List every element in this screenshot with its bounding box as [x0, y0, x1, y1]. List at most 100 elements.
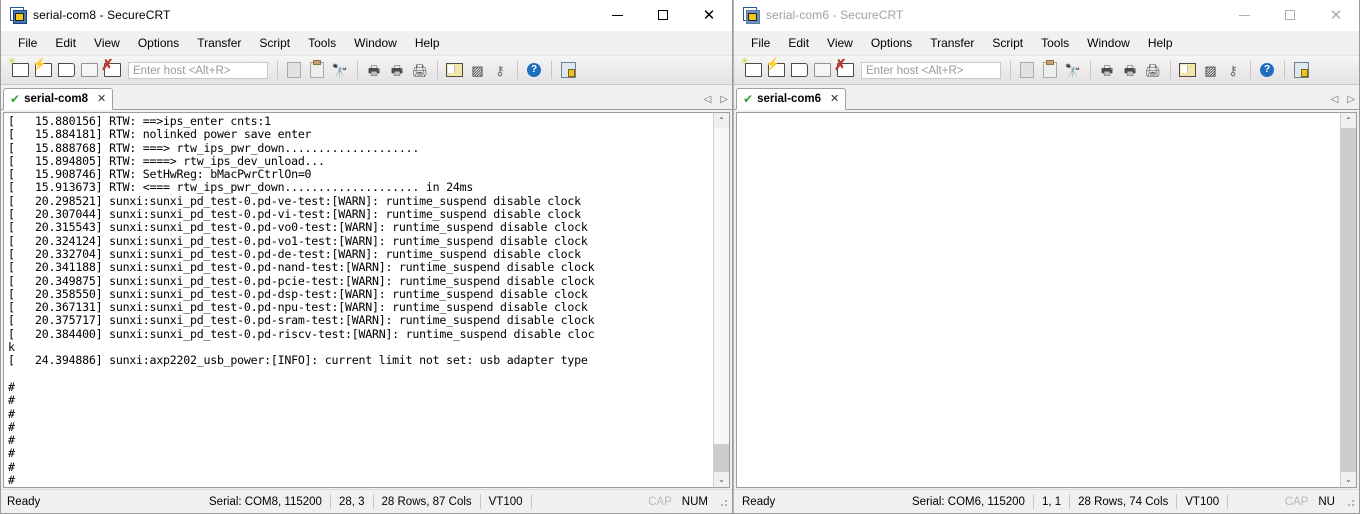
terminal-viewport[interactable]: [ 15.880156] RTW: ==>ips_enter cnts:1 [ … [3, 112, 713, 488]
print-screen-icon[interactable]: 🖶 [363, 59, 385, 81]
paste-icon[interactable] [1039, 59, 1061, 81]
quick-connect-icon[interactable]: ⚡ [32, 57, 54, 81]
chevron-left-icon[interactable]: ◁ [1331, 95, 1339, 105]
menu-edit[interactable]: Edit [46, 33, 85, 54]
menu-window[interactable]: Window [345, 33, 406, 54]
tab-serial-com6[interactable]: ✔ serial-com6 ✕ [736, 88, 847, 110]
minimize-button[interactable] [1221, 0, 1267, 30]
connect-icon[interactable]: ✳ [741, 57, 764, 81]
menu-window[interactable]: Window [1078, 33, 1139, 54]
lock-icon[interactable] [557, 59, 579, 81]
terminal-output[interactable]: [ 15.880156] RTW: ==>ips_enter cnts:1 [ … [4, 113, 713, 487]
print-icon[interactable]: 🖨 [1142, 59, 1164, 81]
securecrt-window-com8[interactable]: serial-com8 - SecureCRT ✕ File Edit View… [0, 0, 733, 514]
status-cap: CAP [1284, 495, 1309, 508]
terminal-output[interactable] [737, 113, 1340, 487]
key-icon[interactable]: ⚷ [489, 59, 511, 81]
session-options-icon[interactable] [1176, 59, 1198, 81]
tab-serial-com8[interactable]: ✔ serial-com8 ✕ [3, 88, 114, 110]
maximize-button[interactable] [1267, 0, 1313, 30]
menubar-com8[interactable]: File Edit View Options Transfer Script T… [1, 31, 732, 56]
menu-options[interactable]: Options [129, 33, 188, 54]
tabstrip-com6[interactable]: ✔ serial-com6 ✕ ◁ ▷ [734, 85, 1359, 110]
global-options-icon[interactable]: ▨ [1199, 59, 1221, 81]
quick-connect-icon[interactable]: ⚡ [765, 57, 787, 81]
paste-icon[interactable] [306, 59, 328, 81]
menu-options[interactable]: Options [862, 33, 921, 54]
chevron-right-icon[interactable]: ▷ [720, 95, 728, 105]
terminal-viewport[interactable] [736, 112, 1340, 488]
tab-scroll-controls[interactable]: ◁ ▷ [1331, 95, 1355, 105]
scroll-up-icon[interactable]: ⌃ [714, 113, 729, 128]
reconnect-icon[interactable] [78, 59, 100, 81]
host-input[interactable]: Enter host <Alt+R> [128, 61, 268, 79]
find-icon[interactable]: 🔭 [329, 59, 351, 81]
terminal-scrollbar[interactable]: ⌃ ⌄ [1340, 112, 1357, 488]
print-screen-icon[interactable]: 🖶 [1096, 59, 1118, 81]
scrollbar-thumb[interactable] [714, 444, 729, 472]
securecrt-window-com6[interactable]: serial-com6 - SecureCRT ✕ File Edit View… [733, 0, 1360, 514]
window-controls[interactable]: ✕ [1221, 0, 1359, 30]
menu-script[interactable]: Script [250, 33, 299, 54]
scrollbar-thumb[interactable] [1341, 128, 1356, 472]
menu-file[interactable]: File [9, 33, 46, 54]
titlebar-com6[interactable]: serial-com6 - SecureCRT ✕ [734, 0, 1359, 31]
menubar-com6[interactable]: File Edit View Options Transfer Script T… [734, 31, 1359, 56]
terminal-scrollbar[interactable]: ⌃ ⌄ [713, 112, 730, 488]
connect-in-tab-icon[interactable] [55, 59, 77, 81]
close-icon[interactable]: ✕ [97, 93, 106, 105]
menu-tools[interactable]: Tools [299, 33, 345, 54]
toolbar-separator [1090, 61, 1091, 79]
menu-help[interactable]: Help [406, 33, 449, 54]
close-button[interactable]: ✕ [686, 0, 732, 30]
disconnect-icon[interactable]: ✗ [834, 57, 856, 81]
session-options-icon[interactable] [443, 59, 465, 81]
scrollbar-track[interactable] [714, 128, 729, 472]
menu-edit[interactable]: Edit [779, 33, 818, 54]
print-selection-icon[interactable]: 🖶 [386, 59, 408, 81]
key-icon[interactable]: ⚷ [1222, 59, 1244, 81]
close-button[interactable]: ✕ [1313, 0, 1359, 30]
scroll-down-icon[interactable]: ⌄ [1341, 472, 1356, 487]
resize-grip[interactable] [717, 495, 729, 508]
menu-tools[interactable]: Tools [1032, 33, 1078, 54]
disconnect-icon[interactable]: ✗ [101, 57, 123, 81]
menu-file[interactable]: File [742, 33, 779, 54]
tabstrip-com8[interactable]: ✔ serial-com8 ✕ ◁ ▷ [1, 85, 732, 110]
connect-in-tab-icon[interactable] [788, 59, 810, 81]
titlebar-com8[interactable]: serial-com8 - SecureCRT ✕ [1, 0, 732, 31]
status-emulation: VT100 [481, 494, 532, 509]
print-selection-icon[interactable]: 🖶 [1119, 59, 1141, 81]
copy-icon[interactable] [283, 59, 305, 81]
toolbar-separator [437, 61, 438, 79]
menu-view[interactable]: View [85, 33, 129, 54]
scroll-down-icon[interactable]: ⌄ [714, 472, 729, 487]
connect-icon[interactable]: ✳ [8, 57, 31, 81]
resize-grip[interactable] [1344, 495, 1356, 508]
reconnect-icon[interactable] [811, 59, 833, 81]
host-input[interactable]: Enter host <Alt+R> [861, 61, 1001, 79]
close-icon[interactable]: ✕ [830, 93, 839, 105]
lock-icon[interactable] [1290, 59, 1312, 81]
copy-icon[interactable] [1016, 59, 1038, 81]
print-icon[interactable]: 🖨 [409, 59, 431, 81]
menu-transfer[interactable]: Transfer [921, 33, 983, 54]
find-icon[interactable]: 🔭 [1062, 59, 1084, 81]
chevron-left-icon[interactable]: ◁ [704, 95, 712, 105]
help-icon[interactable]: ? [1256, 59, 1278, 81]
chevron-right-icon[interactable]: ▷ [1347, 95, 1355, 105]
menu-view[interactable]: View [818, 33, 862, 54]
global-options-icon[interactable]: ▨ [466, 59, 488, 81]
scrollbar-track[interactable] [1341, 128, 1356, 472]
toolbar-com8[interactable]: ✳ ⚡ ✗ Enter host <Alt+R> 🔭 🖶 🖶 🖨 ▨ ⚷ ? [1, 56, 732, 85]
menu-transfer[interactable]: Transfer [188, 33, 250, 54]
window-controls[interactable]: ✕ [594, 0, 732, 30]
minimize-button[interactable] [594, 0, 640, 30]
toolbar-com6[interactable]: ✳ ⚡ ✗ Enter host <Alt+R> 🔭 🖶 🖶 🖨 ▨ ⚷ ? [734, 56, 1359, 85]
menu-help[interactable]: Help [1139, 33, 1182, 54]
help-icon[interactable]: ? [523, 59, 545, 81]
tab-scroll-controls[interactable]: ◁ ▷ [704, 95, 728, 105]
scroll-up-icon[interactable]: ⌃ [1341, 113, 1356, 128]
menu-script[interactable]: Script [983, 33, 1032, 54]
maximize-button[interactable] [640, 0, 686, 30]
